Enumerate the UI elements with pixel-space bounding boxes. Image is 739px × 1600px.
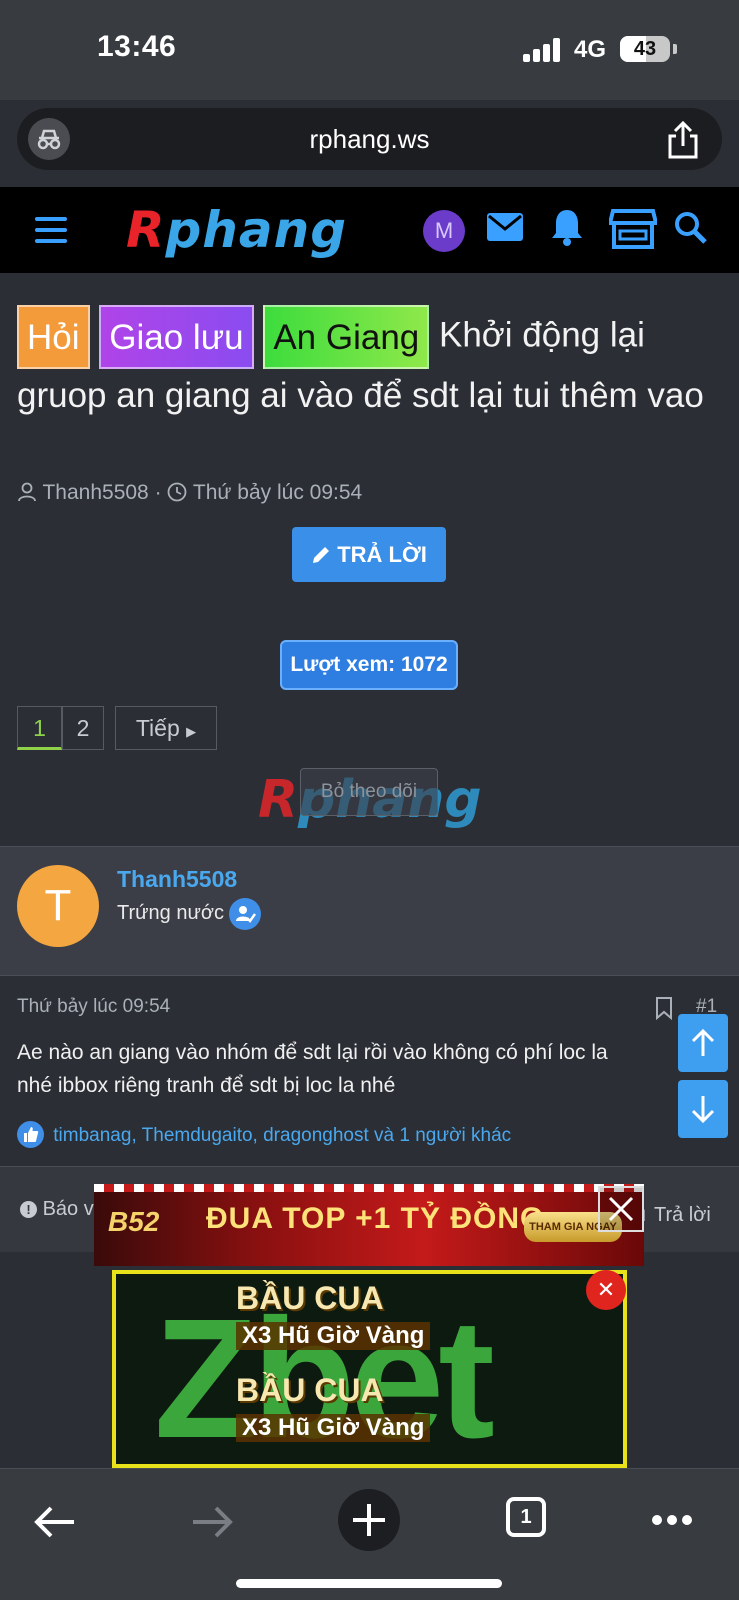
arrow-up-icon (691, 1028, 715, 1056)
tabs-button[interactable]: 1 (506, 1497, 546, 1537)
ad-main-line2: X3 Hũ Giờ Vàng (236, 1322, 431, 1350)
mail-icon[interactable] (486, 211, 524, 248)
alert-icon: ! (20, 1201, 37, 1218)
ad-main-line1-repeat: BẦU CUA (236, 1372, 384, 1408)
home-indicator (236, 1579, 502, 1588)
clock-icon (168, 482, 187, 502)
user-avatar[interactable]: M (423, 210, 465, 252)
user-icon (18, 482, 36, 502)
arrow-down-icon (691, 1096, 715, 1124)
bell-icon[interactable] (549, 207, 585, 252)
report-label: Báo vi (42, 1198, 99, 1220)
address-bar[interactable]: rphang.ws (17, 108, 722, 170)
post-avatar[interactable]: T (17, 865, 99, 947)
bookmark-icon[interactable] (654, 996, 674, 1025)
next-label: Tiếp (135, 715, 180, 741)
page-1[interactable]: 1 (17, 706, 62, 750)
network-type: 4G (574, 36, 607, 63)
battery-icon: 43 (620, 36, 670, 62)
ad-close-icon[interactable] (598, 1186, 644, 1232)
thread-author[interactable]: Thanh5508 (42, 481, 148, 504)
status-bar: 13:46 4G 43 (0, 0, 739, 100)
post-body-line-2: nhé ibbox riêng tranh để sdt bị loc la n… (17, 1074, 396, 1097)
site-header: Rphang M (0, 187, 739, 273)
battery-level: 43 (633, 38, 657, 60)
post-user-title: Trứng nước (117, 902, 224, 924)
new-tab-button[interactable] (338, 1489, 400, 1551)
next-page-button[interactable]: Tiếp ▶ (115, 706, 217, 750)
store-icon[interactable] (607, 205, 659, 256)
tag-hoi[interactable]: Hỏi (17, 305, 90, 369)
views-badge: Lượt xem: 1072 (280, 640, 458, 690)
status-time: 13:46 (97, 30, 177, 63)
ad-top-brand: B52 (108, 1206, 160, 1237)
scroll-up-button[interactable] (678, 1014, 728, 1072)
caret-right-icon: ▶ (186, 724, 197, 739)
ad-main-line2-repeat: X3 Hũ Giờ Vàng (236, 1414, 431, 1442)
pencil-icon (313, 547, 330, 563)
reactions-bar[interactable]: timbanag, Themdugaito, dragonghost và 1 … (17, 1121, 511, 1148)
page-2[interactable]: 2 (62, 706, 104, 750)
meta-separator: · (154, 481, 162, 504)
ad-top-headline: ĐUA TOP +1 TỶ ĐỒNG (206, 1202, 545, 1235)
post-date[interactable]: Thứ bảy lúc 09:54 (17, 996, 170, 1018)
url-text[interactable]: rphang.ws (17, 124, 722, 155)
unfollow-button[interactable]: Bỏ theo dõi (300, 768, 438, 816)
tag-an-giang[interactable]: An Giang (263, 305, 430, 369)
thread-time[interactable]: Thứ bảy lúc 09:54 (193, 481, 362, 504)
ad-banner-main[interactable]: Zbet BẦU CUA X3 Hũ Giờ Vàng BẦU CUA X3 H… (112, 1270, 627, 1468)
post-reply-label: Trả lời (653, 1204, 711, 1226)
report-button[interactable]: ! Báo vi (20, 1198, 98, 1221)
post-username[interactable]: Thanh5508 (117, 866, 237, 893)
plus-icon (353, 1504, 385, 1536)
scroll-down-button[interactable] (678, 1080, 728, 1138)
reactions-text[interactable]: timbanag, Themdugaito, dragonghost và 1 … (53, 1125, 511, 1146)
menu-icon[interactable] (35, 217, 67, 243)
thread-meta: Thanh5508 · Thứ bảy lúc 09:54 (17, 481, 362, 505)
ad-close-red-icon[interactable]: ✕ (586, 1270, 626, 1310)
reply-button[interactable]: TRẢ LỜI (292, 527, 446, 582)
more-icon[interactable] (651, 1513, 693, 1532)
reply-button-label: TRẢ LỜI (337, 542, 427, 567)
back-icon[interactable] (34, 1505, 76, 1544)
tag-giao-luu[interactable]: Giao lưu (99, 305, 254, 369)
post-body-line-1: Ae nào an giang vào nhóm để sdt lại rồi … (17, 1041, 608, 1064)
verified-icon (229, 898, 261, 930)
forward-icon[interactable] (191, 1505, 233, 1544)
ad-main-line1: BẦU CUA (236, 1280, 384, 1316)
ad-banner-top[interactable]: B52 ĐUA TOP +1 TỶ ĐỒNG THAM GIA NGAY (94, 1184, 644, 1266)
search-icon[interactable] (674, 211, 708, 250)
post-user-card: T Thanh5508 Trứng nước (0, 846, 739, 976)
post-body: Ae nào an giang vào nhóm để sdt lại rồi … (17, 1036, 687, 1102)
site-logo[interactable]: Rphang (126, 201, 347, 259)
thread-title: Hỏi Giao lưu An Giang Khởi động lại gruo… (17, 305, 717, 423)
like-icon (17, 1121, 44, 1148)
share-icon[interactable] (665, 120, 701, 160)
signal-icon (523, 38, 563, 62)
